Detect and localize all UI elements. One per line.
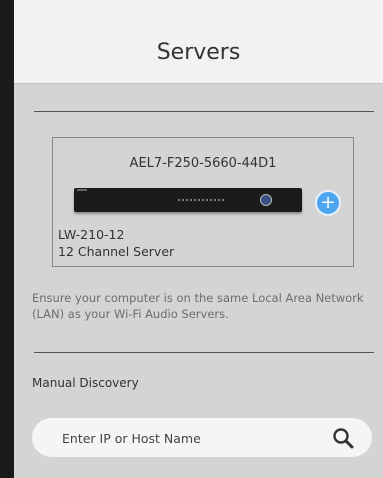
header: Servers bbox=[14, 0, 383, 84]
add-server-button[interactable]: + bbox=[315, 190, 341, 216]
device-knob bbox=[260, 194, 272, 206]
server-card[interactable]: AEL7-F250-5660-44D1 + LW-210-12 12 Chann… bbox=[52, 137, 354, 267]
servers-panel: Servers AEL7-F250-5660-44D1 + LW-210-12 … bbox=[0, 0, 383, 478]
divider bbox=[34, 352, 374, 353]
page-title: Servers bbox=[156, 40, 241, 65]
server-model-info: LW-210-12 12 Channel Server bbox=[58, 226, 174, 260]
search-icon[interactable] bbox=[332, 427, 354, 449]
divider bbox=[34, 111, 374, 112]
window-border bbox=[0, 0, 14, 478]
search-bar[interactable] bbox=[32, 418, 372, 459]
device-logo bbox=[77, 189, 87, 191]
server-description: 12 Channel Server bbox=[58, 244, 175, 259]
device-id: AEL7-F250-5660-44D1 bbox=[129, 156, 277, 171]
server-model: LW-210-12 bbox=[58, 227, 125, 242]
search-input[interactable] bbox=[60, 418, 314, 459]
plus-icon: + bbox=[320, 192, 336, 213]
lan-info-text: Ensure your computer is on the same Loca… bbox=[32, 291, 364, 321]
manual-discovery-label: Manual Discovery bbox=[32, 376, 139, 390]
device-vents bbox=[178, 199, 224, 201]
server-device-image bbox=[74, 188, 302, 212]
